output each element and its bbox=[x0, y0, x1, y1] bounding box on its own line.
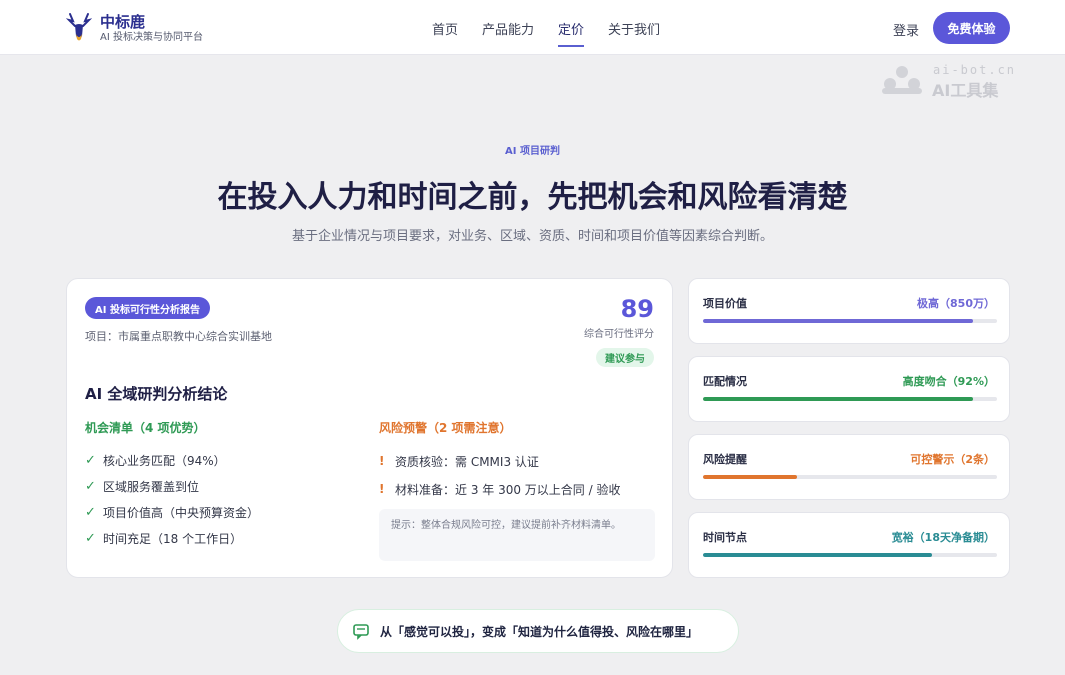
list-item: ✓ 核心业务匹配（94%） bbox=[85, 447, 259, 473]
opportunity-text: 区域服务覆盖到位 bbox=[103, 479, 200, 494]
metric-value: 宽裕（18天净备期） bbox=[891, 531, 995, 544]
metric-value: 极高（850万） bbox=[917, 297, 995, 310]
metric-card-match: 匹配情况 高度吻合（92%） bbox=[688, 356, 1010, 422]
summary-pill: 从「感觉可以投」，变成「知道为什么值得投、风险在哪里」 bbox=[337, 609, 739, 653]
page-title: 在投入人力和时间之前，先把机会和风险看清楚 bbox=[217, 180, 848, 215]
brand-tagline: AI 投标决策与协同平台 bbox=[100, 31, 203, 43]
opportunities-list: ✓ 核心业务匹配（94%） ✓ 区域服务覆盖到位 ✓ 项目价值高（中央预算资金）… bbox=[85, 447, 259, 551]
watermark-logo-icon bbox=[882, 66, 922, 94]
score-value: 89 bbox=[620, 295, 654, 323]
metric-progress-bar bbox=[703, 319, 997, 323]
login-link[interactable]: 登录 bbox=[893, 20, 919, 39]
list-item: ! 资质核验：需 CMMI3 认证 bbox=[379, 447, 620, 475]
recommendation-badge: 建议参与 bbox=[596, 348, 654, 367]
metric-progress-bar bbox=[703, 475, 997, 479]
main-nav: 首页 产品能力 定价 关于我们 bbox=[432, 19, 684, 47]
warning-icon: ! bbox=[379, 454, 385, 468]
free-trial-button[interactable]: 免费体验 bbox=[933, 12, 1010, 44]
report-project: 项目：市属重点职教中心综合实训基地 bbox=[85, 330, 272, 343]
nav-product[interactable]: 产品能力 bbox=[482, 19, 534, 38]
check-icon: ✓ bbox=[85, 504, 96, 520]
metric-progress-fill bbox=[703, 319, 974, 323]
metric-value: 可控警示（2条） bbox=[910, 453, 995, 466]
list-item: ✓ 时间充足（18 个工作日） bbox=[85, 525, 259, 551]
top-nav-bar: 中标鹿 AI 投标决策与协同平台 首页 产品能力 定价 关于我们 登录 免费体验 bbox=[0, 0, 1065, 55]
page-subtitle: 基于企业情况与项目要求，对业务、区域、资质、时间和项目价值等因素综合判断。 bbox=[291, 229, 773, 244]
risks-list: ! 资质核验：需 CMMI3 认证 ! 材料准备：近 3 年 300 万以上合同… bbox=[379, 447, 620, 503]
metric-label: 风险提醒 bbox=[703, 453, 747, 466]
risk-text: 资质核验：需 CMMI3 认证 bbox=[395, 454, 539, 469]
tip-box: 提示：整体合规风险可控，建议提前补齐材料清单。 bbox=[379, 509, 655, 561]
watermark-name: AI工具集 bbox=[932, 81, 999, 100]
opportunity-text: 核心业务匹配（94%） bbox=[103, 453, 226, 468]
report-heading: AI 全域研判分析结论 bbox=[85, 385, 228, 403]
metric-label: 时间节点 bbox=[703, 531, 747, 544]
score-label: 综合可行性评分 bbox=[584, 329, 654, 340]
nav-home[interactable]: 首页 bbox=[432, 19, 458, 38]
chat-icon bbox=[353, 624, 369, 640]
metric-label: 匹配情况 bbox=[703, 375, 747, 388]
opportunity-text: 时间充足（18 个工作日） bbox=[103, 531, 243, 546]
list-item: ! 材料准备：近 3 年 300 万以上合同 / 验收 bbox=[379, 475, 620, 503]
risks-title: 风险预警（2 项需注意） bbox=[379, 421, 512, 435]
brand[interactable]: 中标鹿 AI 投标决策与协同平台 bbox=[66, 12, 203, 44]
metric-progress-fill bbox=[703, 553, 933, 557]
watermark-domain: ai-bot.cn bbox=[933, 63, 1017, 77]
metric-card-risk: 风险提醒 可控警示（2条） bbox=[688, 434, 1010, 500]
metric-value: 高度吻合（92%） bbox=[902, 375, 995, 388]
nav-about[interactable]: 关于我们 bbox=[608, 19, 660, 38]
opportunities-title: 机会清单（4 项优势） bbox=[85, 421, 206, 435]
score-block: 89 综合可行性评分 建议参与 bbox=[584, 295, 654, 367]
section-eyebrow: AI 项目研判 bbox=[505, 146, 560, 157]
metric-progress-fill bbox=[703, 397, 974, 401]
list-item: ✓ 项目价值高（中央预算资金） bbox=[85, 499, 259, 525]
list-item: ✓ 区域服务覆盖到位 bbox=[85, 473, 259, 499]
metric-card-timeline: 时间节点 宽裕（18天净备期） bbox=[688, 512, 1010, 578]
warning-icon: ! bbox=[379, 482, 385, 496]
metric-card-project-value: 项目价值 极高（850万） bbox=[688, 278, 1010, 344]
check-icon: ✓ bbox=[85, 452, 96, 468]
summary-text: 从「感觉可以投」，变成「知道为什么值得投、风险在哪里」 bbox=[380, 624, 699, 639]
check-icon: ✓ bbox=[85, 478, 96, 494]
metric-progress-bar bbox=[703, 553, 997, 557]
metric-label: 项目价值 bbox=[703, 297, 747, 310]
risk-text: 材料准备：近 3 年 300 万以上合同 / 验收 bbox=[395, 482, 621, 497]
metric-progress-fill bbox=[703, 475, 798, 479]
deer-logo-icon bbox=[66, 13, 92, 41]
check-icon: ✓ bbox=[85, 530, 96, 546]
brand-name: 中标鹿 bbox=[100, 12, 146, 31]
feasibility-report-card: AI 投标可行性分析报告 项目：市属重点职教中心综合实训基地 89 综合可行性评… bbox=[66, 278, 673, 578]
opportunity-text: 项目价值高（中央预算资金） bbox=[103, 505, 260, 520]
report-badge: AI 投标可行性分析报告 bbox=[85, 297, 210, 319]
metric-progress-bar bbox=[703, 397, 997, 401]
nav-pricing[interactable]: 定价 bbox=[558, 19, 585, 47]
